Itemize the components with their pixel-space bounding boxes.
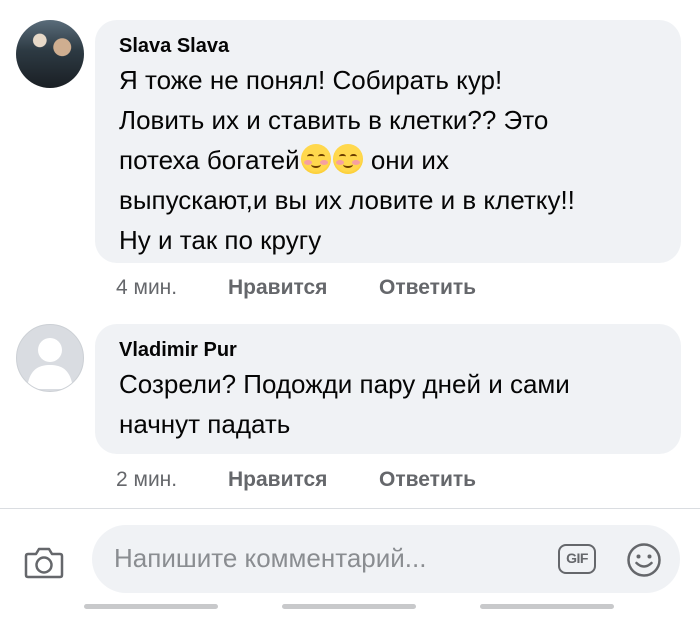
smiling-face-emoji-icon: [332, 144, 363, 174]
comment-time: 4 мин.: [116, 276, 178, 299]
default-avatar-icon: [27, 338, 73, 389]
comment-actions: 2 мин. Нравится Ответить: [116, 468, 616, 494]
avatar[interactable]: [16, 20, 84, 88]
system-nav-indicator: [480, 604, 614, 609]
smiley-icon[interactable]: [626, 542, 662, 578]
camera-icon[interactable]: [24, 545, 64, 579]
comment-bubble: Slava Slava Я тоже не понял! Собирать ку…: [95, 20, 681, 263]
comment-author[interactable]: Vladimir Pur: [119, 338, 657, 362]
comment-time: 2 мин.: [116, 468, 178, 491]
comment-author[interactable]: Slava Slava: [119, 34, 657, 58]
comment-actions: 4 мин. Нравится Ответить: [116, 276, 616, 302]
reply-button[interactable]: Ответить: [379, 468, 476, 492]
system-nav-indicator: [84, 604, 218, 609]
smiling-face-emoji-icon: [300, 144, 331, 174]
like-button[interactable]: Нравится: [228, 276, 327, 300]
like-button[interactable]: Нравится: [228, 468, 327, 492]
comment-text: Созрели? Подожди пару дней и сами начнут…: [119, 369, 570, 439]
gif-button[interactable]: GIF: [558, 544, 596, 574]
comment-input[interactable]: Напишите комментарий... GIF: [92, 525, 680, 593]
comment-bubble: Vladimir Pur Созрели? Подожди пару дней …: [95, 324, 681, 454]
avatar[interactable]: [16, 324, 84, 392]
comment-text: Я тоже не понял! Собирать кур! Ловить их…: [119, 60, 657, 260]
comment-input-placeholder: Напишите комментарий...: [114, 543, 427, 573]
system-nav-indicator: [282, 604, 416, 609]
reply-button[interactable]: Ответить: [379, 276, 476, 300]
